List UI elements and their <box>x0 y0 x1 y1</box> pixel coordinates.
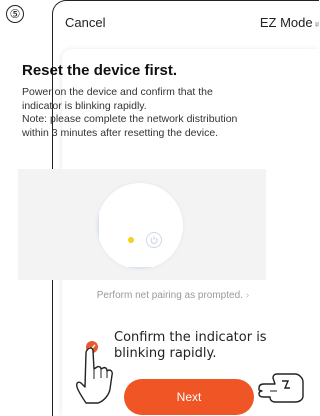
instruction-note: Note: please complete the network distri… <box>22 113 238 139</box>
chevron-right-icon: › <box>245 290 250 301</box>
pointing-hand-icon <box>76 347 113 404</box>
power-icon <box>146 232 162 248</box>
instruction-line: Power on the device and confirm that the… <box>22 86 213 112</box>
device-outline <box>97 183 183 269</box>
device-illustration-circle <box>97 183 183 269</box>
instructions-text: Power on the device and confirm that the… <box>22 86 252 140</box>
next-button[interactable]: Next <box>124 379 254 415</box>
pairing-help-text: Perform net pairing as prompted. <box>96 290 243 301</box>
top-bar: Cancel EZ Mode⇌ <box>53 1 319 41</box>
confirm-label: Confirm the indicator is blinking rapidl… <box>114 330 267 361</box>
page-title: Reset the device first. <box>22 62 178 79</box>
cancel-button[interactable]: Cancel <box>65 15 105 30</box>
mode-label: EZ Mode <box>259 15 313 30</box>
pointing-hand-right-icon <box>258 373 304 403</box>
indicator-led-icon <box>128 237 134 243</box>
mode-switch[interactable]: EZ Mode⇌ <box>260 15 319 30</box>
step-number-marker: ⑤ <box>6 5 24 23</box>
mode-caret-icon: ⇌ <box>315 19 319 30</box>
pairing-help-link[interactable]: Perform net pairing as prompted. › <box>0 290 318 301</box>
